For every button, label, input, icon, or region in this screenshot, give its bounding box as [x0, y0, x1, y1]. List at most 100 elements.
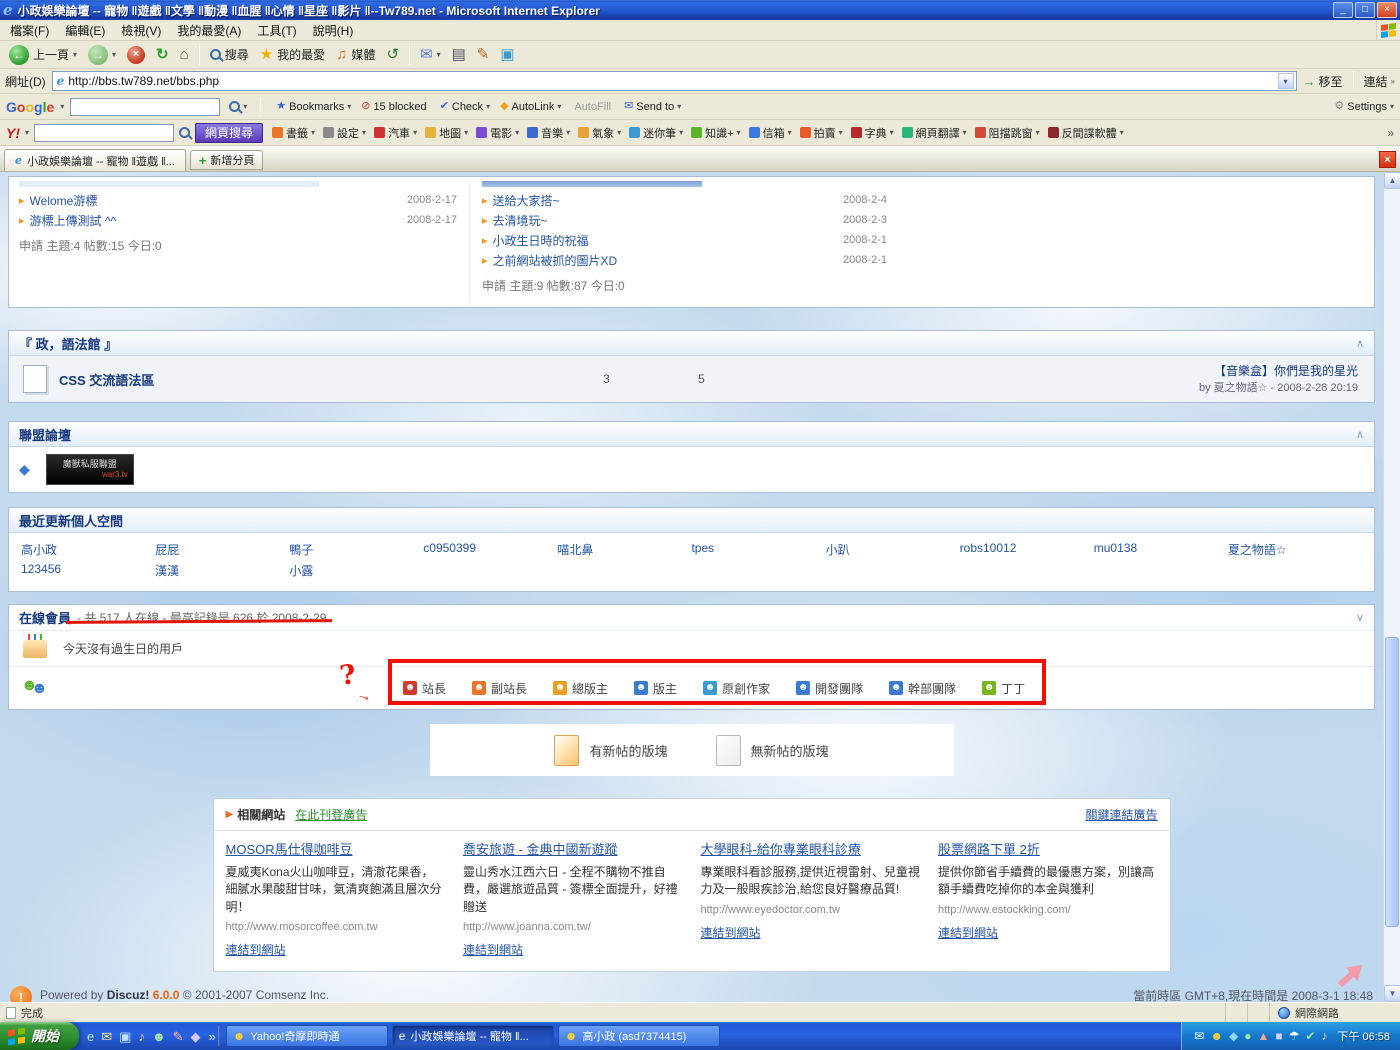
thread-link[interactable]: 去清境玩~: [493, 212, 843, 229]
mail-button[interactable]: ✉ ▾: [415, 45, 446, 64]
user-link[interactable]: tpes: [691, 541, 825, 562]
ad-title-link[interactable]: 大學眼科-給你專業眼科診療: [701, 841, 921, 860]
tray-icon[interactable]: ▲: [1257, 1030, 1269, 1042]
collapse-icon[interactable]: ∧: [1356, 337, 1364, 350]
user-link[interactable]: 123456: [21, 562, 155, 583]
yahoo-toolbar-button[interactable]: 書籤 ▾: [268, 125, 319, 141]
quick-launch-icon[interactable]: ☻: [152, 1030, 166, 1043]
stop-button[interactable]: ×: [122, 44, 150, 66]
maximize-button[interactable]: □: [1355, 2, 1375, 18]
forward-button[interactable]: → ▾: [83, 43, 121, 67]
close-button[interactable]: ×: [1377, 2, 1397, 18]
yahoo-logo-dropdown-icon[interactable]: ▾: [25, 128, 29, 137]
ad-title-link[interactable]: MOSOR馬仕得咖啡豆: [226, 841, 446, 860]
scrollbar-thumb[interactable]: [1385, 637, 1399, 928]
quick-launch-icon[interactable]: ✎: [173, 1030, 184, 1043]
tray-icon[interactable]: ✉: [1194, 1030, 1204, 1042]
yahoo-toolbar-button[interactable]: 拍賣 ▾: [796, 125, 847, 141]
user-link[interactable]: 小露: [289, 562, 423, 583]
tray-icon[interactable]: ♪: [1321, 1030, 1327, 1042]
yahoo-toolbar-button[interactable]: 迷你筆 ▾: [625, 125, 687, 141]
user-link[interactable]: mu0138: [1094, 541, 1228, 562]
google-settings-button[interactable]: ⚙ Settings ▾: [1334, 101, 1394, 113]
yahoo-search-icon[interactable]: [179, 127, 190, 138]
yahoo-toolbar-button[interactable]: 地圖 ▾: [421, 125, 472, 141]
publish-ad-link[interactable]: 在此刊登廣告: [295, 806, 367, 823]
search-button[interactable]: 搜尋: [205, 44, 254, 65]
menu-item[interactable]: 檔案(F): [2, 20, 57, 41]
minimize-button[interactable]: _: [1333, 2, 1353, 18]
ad-visit-link[interactable]: 連結到網站: [701, 925, 761, 942]
google-logo-dropdown-icon[interactable]: ▾: [60, 102, 64, 111]
go-button[interactable]: → 移至: [1303, 73, 1343, 90]
refresh-button[interactable]: ↻: [151, 45, 174, 64]
history-button[interactable]: ↺: [381, 45, 404, 64]
links-label[interactable]: 連結 »: [1364, 73, 1395, 90]
user-link[interactable]: c0950399: [423, 541, 557, 562]
home-button[interactable]: ⌂: [175, 45, 194, 64]
user-link[interactable]: 夏之物語☆: [1228, 541, 1362, 562]
favorites-button[interactable]: ★ 我的最愛: [255, 44, 330, 65]
yahoo-toolbar-button[interactable]: 網頁翻譯 ▾: [898, 125, 971, 141]
thread-link[interactable]: 游標上傳測試 ^^: [30, 212, 407, 229]
menu-item[interactable]: 我的最愛(A): [169, 20, 249, 41]
google-toolbar-button[interactable]: ◆ AutoLink ▾: [495, 101, 566, 113]
ad-title-link[interactable]: 股票網路下單 2折: [938, 841, 1158, 860]
edit-button[interactable]: ✎: [472, 45, 495, 64]
menu-item[interactable]: 檢視(V): [113, 20, 169, 41]
user-link[interactable]: 漢漢: [155, 562, 289, 583]
address-dropdown-button[interactable]: ▾: [1278, 73, 1294, 89]
lastpost-link[interactable]: 【音樂盒】你們是我的星光: [1214, 364, 1358, 378]
menu-item[interactable]: 工具(T): [249, 20, 304, 41]
user-link[interactable]: 喵北鼻: [557, 541, 691, 562]
tabbar-close-button[interactable]: ×: [1379, 151, 1396, 168]
address-input[interactable]: [68, 73, 1273, 89]
tray-icon[interactable]: ●: [1244, 1030, 1251, 1042]
thread-link[interactable]: 送給大家搭~: [493, 192, 843, 209]
print-button[interactable]: ▤: [447, 45, 471, 64]
yahoo-toolbar-button[interactable]: 字典 ▾: [847, 125, 898, 141]
google-toolbar-button[interactable]: ✔ Check ▾: [435, 101, 495, 113]
alliance-banner[interactable]: 魔獸私服聯盟 war3.tv: [46, 454, 134, 485]
yahoo-logo[interactable]: Y!: [6, 125, 20, 141]
quick-launch-icon[interactable]: e: [87, 1030, 94, 1043]
scroll-up-button[interactable]: ▲: [1384, 172, 1400, 189]
expand-icon[interactable]: ∨: [1356, 611, 1364, 624]
vertical-scrollbar[interactable]: ▲ ▼: [1383, 172, 1400, 1002]
tray-icon[interactable]: ☂: [1289, 1030, 1300, 1042]
yahoo-toolbar-button[interactable]: 氣象 ▾: [574, 125, 625, 141]
quick-launch-icon[interactable]: ✉: [101, 1030, 112, 1043]
yahoo-toolbar-button[interactable]: 音樂 ▾: [523, 125, 574, 141]
ad-visit-link[interactable]: 連結到網站: [938, 925, 998, 942]
quick-launch-overflow-icon[interactable]: »: [209, 1030, 216, 1043]
yahoo-toolbar-button[interactable]: 阻擋跳窗 ▾: [971, 125, 1044, 141]
menu-item[interactable]: 編輯(E): [57, 20, 113, 41]
back-button[interactable]: ← 上一頁 ▾: [4, 43, 82, 67]
tray-icon[interactable]: ■: [1275, 1030, 1282, 1042]
forum-board-link[interactable]: CSS 交流語法區: [59, 370, 559, 389]
thread-link[interactable]: Welome游標: [30, 192, 407, 209]
user-link[interactable]: 鴨子: [289, 541, 423, 562]
yahoo-toolbar-button[interactable]: 信箱 ▾: [745, 125, 796, 141]
thread-link[interactable]: 小政生日時的祝福: [493, 232, 843, 249]
user-link[interactable]: 高小政: [21, 541, 155, 562]
start-button[interactable]: 開始: [0, 1022, 79, 1050]
messenger-button[interactable]: ▣: [495, 45, 519, 64]
google-search-input[interactable]: [70, 98, 220, 116]
yahoo-toolbar-button[interactable]: 汽車 ▾: [370, 125, 421, 141]
quick-launch-icon[interactable]: ▣: [119, 1030, 131, 1043]
user-link[interactable]: 小趴: [826, 541, 960, 562]
tray-icon[interactable]: ☻: [1210, 1030, 1223, 1042]
taskbar-task-button[interactable]: e 小政娛樂論壇 -- 寵物 ‖...: [392, 1025, 554, 1047]
scroll-down-button[interactable]: ▼: [1384, 985, 1400, 1002]
taskbar-task-button[interactable]: ☻ 高小政 (asd7374415): [558, 1025, 720, 1047]
yahoo-toolbar-button[interactable]: 反間諜軟體 ▾: [1044, 125, 1128, 141]
collapse-icon[interactable]: ∧: [1356, 428, 1364, 441]
quick-launch-icon[interactable]: ♪: [138, 1030, 145, 1043]
google-toolbar-button[interactable]: AutoFill: [566, 101, 619, 113]
user-link[interactable]: 屁屁: [155, 541, 289, 562]
ad-visit-link[interactable]: 連結到網站: [463, 942, 523, 959]
tray-icon[interactable]: ◆: [1229, 1030, 1238, 1042]
tray-icon[interactable]: ✔: [1305, 1030, 1315, 1042]
yahoo-toolbar-button[interactable]: 知識+ ▾: [687, 125, 744, 141]
